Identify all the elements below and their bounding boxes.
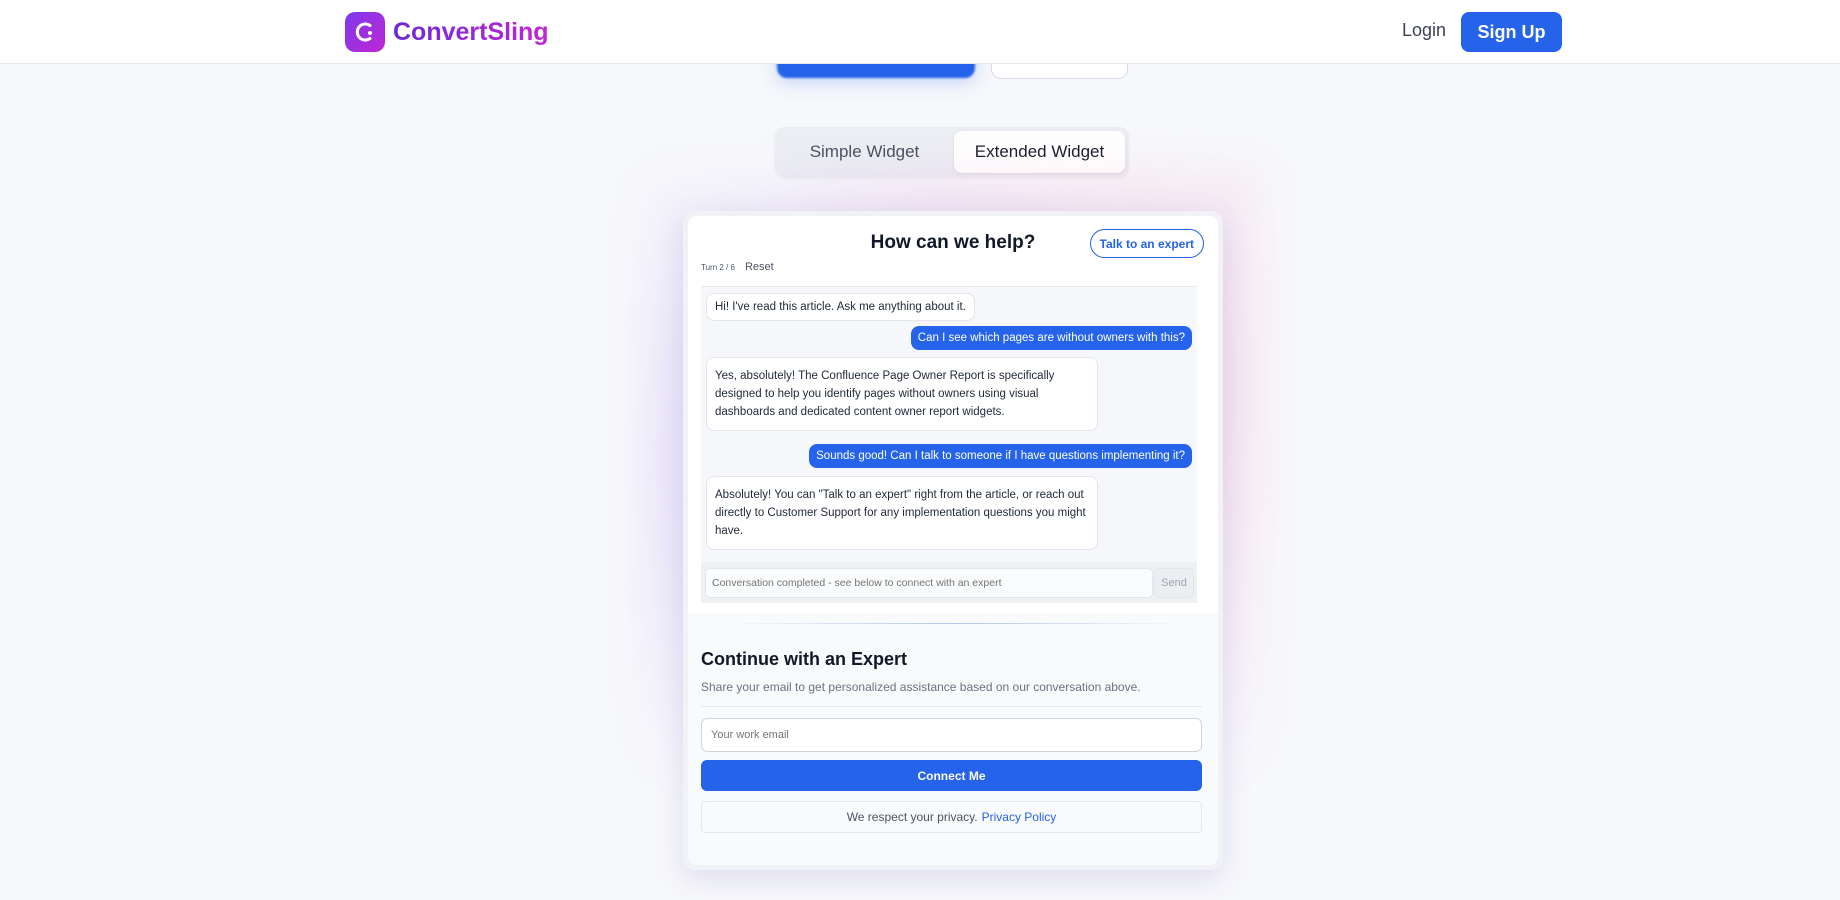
chat-input[interactable] [705, 568, 1153, 598]
privacy-notice: We respect your privacy. Privacy Policy [701, 801, 1202, 833]
privacy-policy-link[interactable]: Privacy Policy [982, 810, 1057, 824]
top-nav: ConvertSling Login Sign Up [0, 0, 1840, 64]
signup-button[interactable]: Sign Up [1461, 12, 1562, 52]
brand-name: ConvertSling [393, 17, 549, 46]
widget-inner: How can we help? Talk to an expert Turn … [688, 216, 1218, 865]
expert-subtext: Share your email to get personalized ass… [701, 680, 1141, 694]
bot-message: Yes, absolutely! The Confluence Page Own… [706, 357, 1098, 431]
tab-simple-widget[interactable]: Simple Widget [779, 131, 950, 173]
send-button[interactable]: Send [1154, 568, 1194, 598]
user-message: Can I see which pages are without owners… [910, 326, 1192, 350]
turn-counter: Turn 2 / 6 [701, 262, 735, 272]
section-divider [726, 623, 1186, 624]
widget-card: How can we help? Talk to an expert Turn … [683, 211, 1223, 870]
chat-header: How can we help? Talk to an expert Turn … [688, 216, 1218, 273]
divider [701, 706, 1202, 707]
user-message: Sounds good! Can I talk to someone if I … [809, 444, 1192, 468]
turn-row: Turn 2 / 6 Reset [701, 261, 774, 273]
talk-to-expert-button[interactable]: Talk to an expert [1089, 229, 1204, 258]
reset-link[interactable]: Reset [745, 261, 774, 273]
privacy-text: We respect your privacy. [846, 810, 978, 824]
connect-me-button[interactable]: Connect Me [701, 760, 1202, 791]
email-field[interactable] [701, 718, 1202, 752]
expert-heading: Continue with an Expert [701, 649, 908, 669]
c-logo-icon [345, 12, 385, 52]
bot-message: Hi! I've read this article. Ask me anyth… [706, 293, 975, 321]
login-link[interactable]: Login [1402, 20, 1446, 41]
brand[interactable]: ConvertSling [345, 12, 549, 52]
tab-extended-widget[interactable]: Extended Widget [954, 131, 1125, 173]
expert-section: Continue with an Expert Share your email… [688, 613, 1218, 865]
message-list: Hi! I've read this article. Ask me anyth… [701, 286, 1197, 562]
bot-message: Absolutely! You can "Talk to an expert" … [706, 476, 1098, 550]
chat-input-row: Send [701, 562, 1197, 603]
